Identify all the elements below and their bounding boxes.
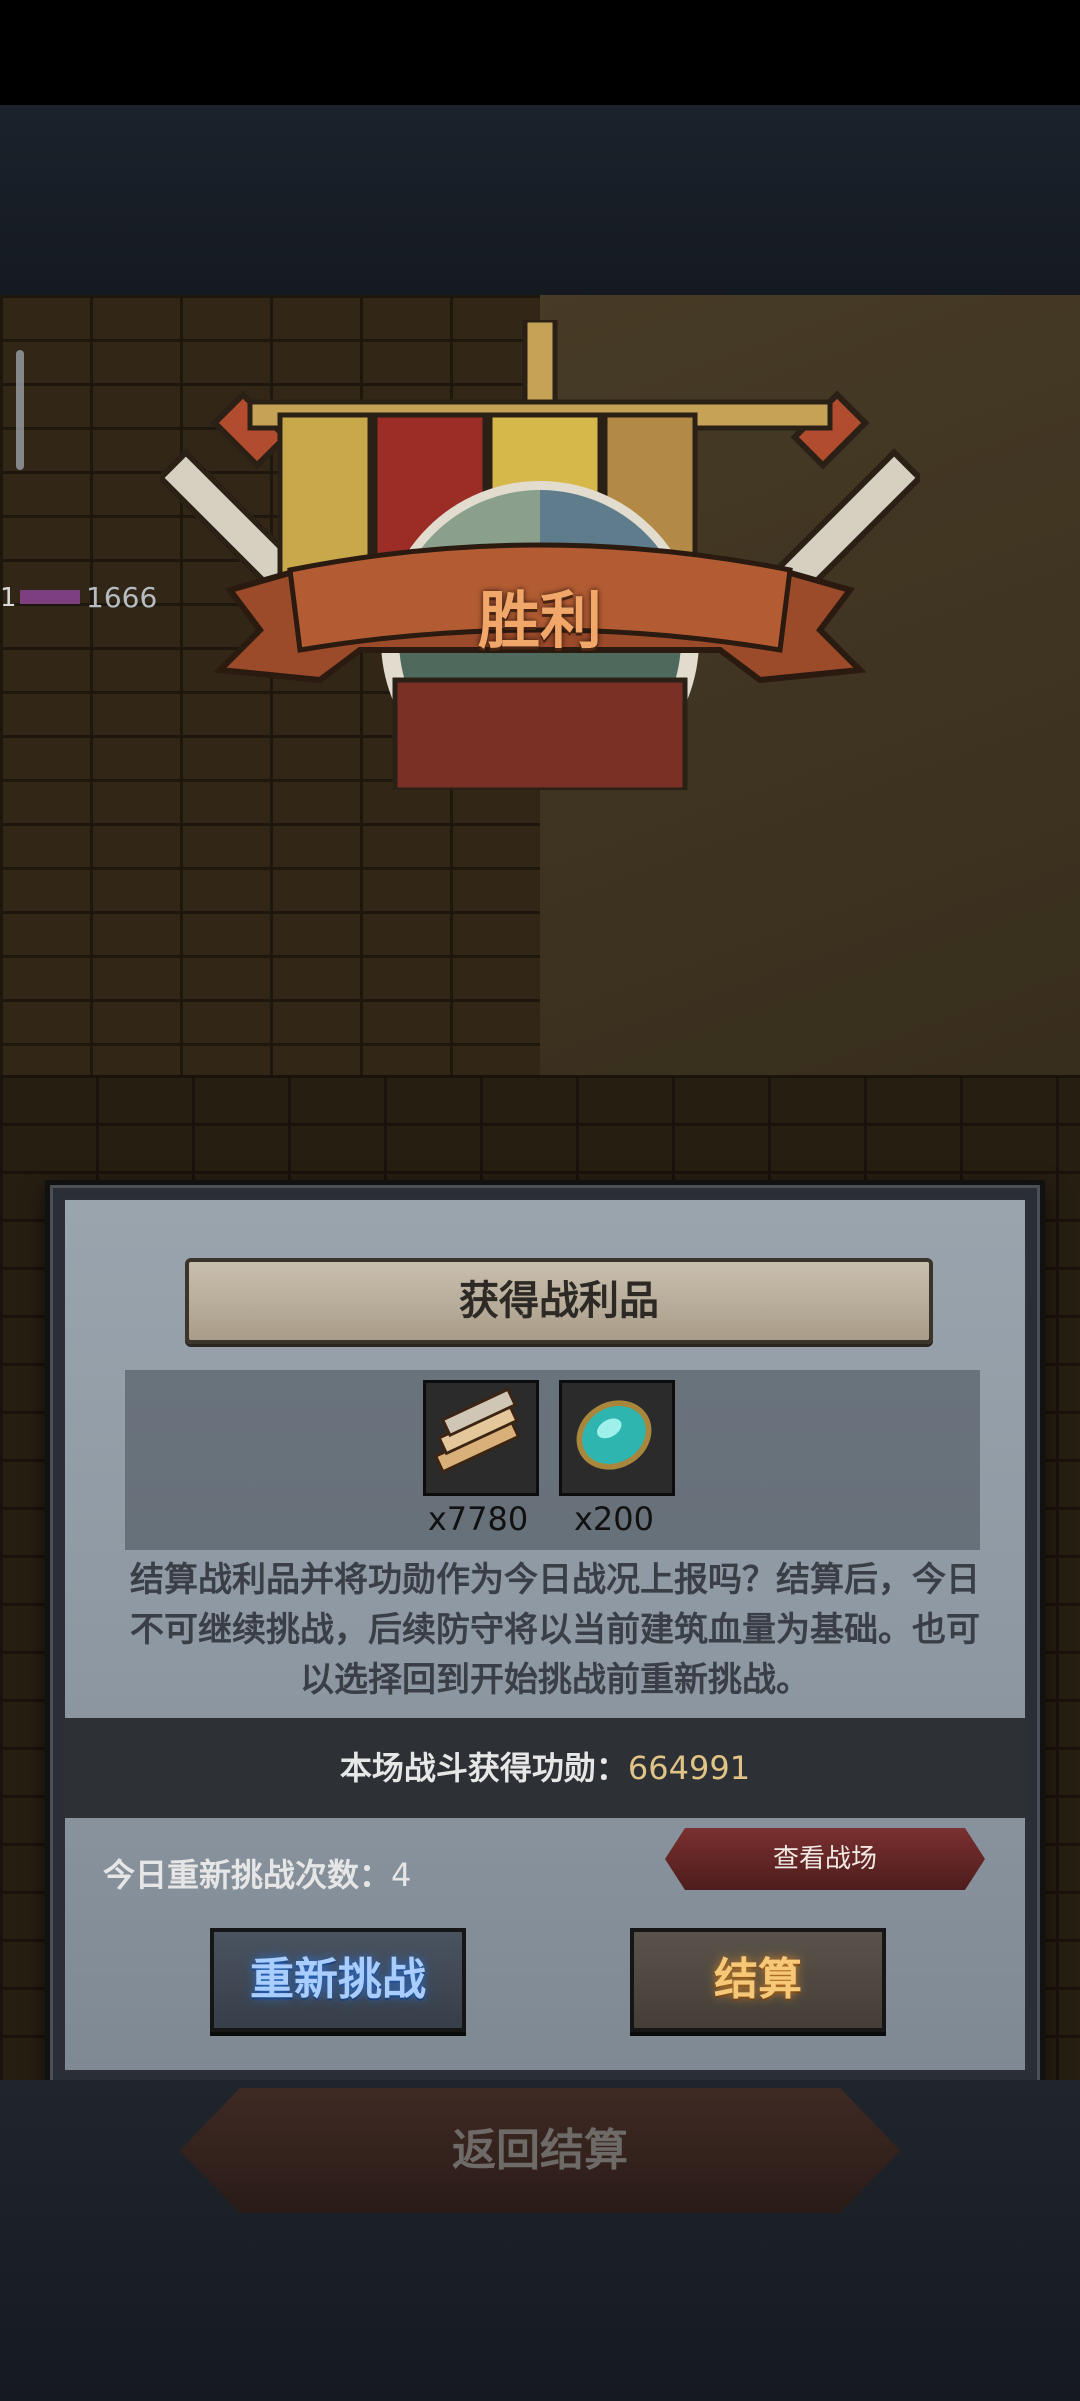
settle-button-label: 结算 [714,1954,802,2005]
panel-title-plate: 获得战利品 [185,1258,933,1344]
retry-button[interactable]: 重新挑战 [210,1928,466,2032]
loot-count-gem: x200 [573,1500,654,1538]
panel-body: 获得战利品 x7780 x200 结算战利品并将功勋作为今日战况上报吗？结算后，… [62,1197,1028,2073]
retry-button-label: 重新挑战 [250,1954,426,2005]
merit-value: 664991 [627,1749,751,1787]
merit-label: 本场战斗获得功勋： [339,1749,628,1787]
view-battlefield-button[interactable]: 查看战场 [665,1828,985,1890]
view-battlefield-label: 查看战场 [772,1844,877,1874]
back-to-settlement-button[interactable]: 返回结算 [180,2088,900,2213]
retry-count-row: 今日重新挑战次数：4 [103,1850,411,1896]
top-black-band [0,0,1080,105]
loot-area: x7780 x200 [125,1370,980,1550]
turquoise-gem-icon [576,1400,652,1470]
panel-title: 获得战利品 [459,1278,659,1324]
unit-hp-value: 1666 [86,581,158,614]
side-drag-handle[interactable] [16,350,24,470]
unit-health-display: 1 1666 [0,578,170,618]
settle-button[interactable]: 结算 [630,1928,886,2032]
loot-item-wood[interactable] [423,1380,539,1496]
top-header-bar [0,105,1080,297]
loot-item-gem[interactable] [559,1380,675,1496]
unit-health-bar [20,590,80,604]
victory-emblem [156,317,924,799]
unit-level: 1 [0,583,17,613]
merit-bar: 本场战斗获得功勋：664991 [65,1718,1025,1818]
back-to-settlement-label: 返回结算 [452,2125,628,2176]
wood-planks-icon [433,1387,521,1474]
retry-count-value: 4 [391,1856,412,1894]
settlement-description: 结算战利品并将功勋作为今日战况上报吗？结算后，今日不可继续挑战，后续防守将以当前… [130,1560,980,1700]
merit-row: 本场战斗获得功勋：664991 [65,1718,1025,1818]
loot-count-wood: x7780 [427,1500,529,1538]
loot-result-panel: 获得战利品 x7780 x200 结算战利品并将功勋作为今日战况上报吗？结算后，… [45,1180,1045,2090]
victory-title: 胜利 [477,584,602,657]
retry-count-label: 今日重新挑战次数： [103,1856,392,1894]
